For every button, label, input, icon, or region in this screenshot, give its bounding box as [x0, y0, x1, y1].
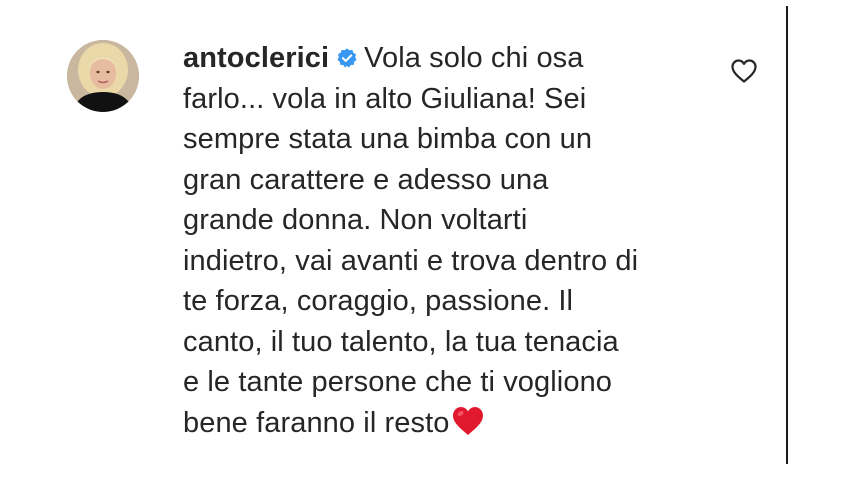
right-border-divider — [786, 6, 788, 464]
comment-line-3: sempre stata una bimba con un — [183, 123, 593, 155]
comment-line-2: farlo... vola in alto Giuliana! Sei — [183, 82, 587, 115]
comment-line-5: grande donna. Non voltarti — [183, 204, 528, 236]
comment-text-segment-1: Vola solo chi osa — [364, 42, 584, 74]
red-heart-emoji-icon — [452, 406, 483, 435]
avatar-image — [67, 40, 139, 112]
comment-text-segment-10: bene faranno il resto — [183, 406, 450, 439]
comment-text: antoclerici Vola solo chi osa farlo... vo… — [183, 38, 713, 443]
comment-line-4: gran carattere e adesso una — [183, 163, 549, 196]
comment-line-6: indietro, vai avanti e trova dentro di — [183, 244, 639, 277]
comment-line-9: e le tante persone che ti vogliono — [183, 366, 613, 398]
comment-line-1: antoclerici Vola solo chi osa — [183, 38, 713, 79]
comment-row: antoclerici Vola solo chi osa farlo... vo… — [0, 0, 854, 480]
username-link[interactable]: antoclerici — [183, 42, 329, 74]
verified-badge-icon — [337, 48, 357, 68]
comment-line-8: canto, il tuo talento, la tua tenacia — [183, 325, 619, 358]
avatar[interactable] — [67, 40, 139, 112]
like-heart-icon[interactable] — [730, 58, 758, 84]
comment-line-10: bene faranno il resto — [183, 403, 713, 444]
comment-line-7: te forza, coraggio, passione. Il — [183, 285, 574, 317]
